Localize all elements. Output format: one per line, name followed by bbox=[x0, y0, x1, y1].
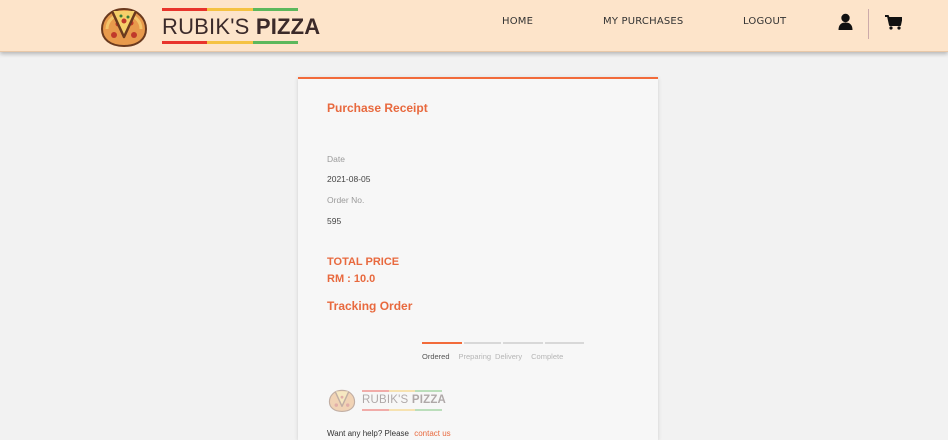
progress-segment-ordered bbox=[422, 342, 462, 344]
footer-brand-name: RUBIK'S PIZZA bbox=[362, 394, 446, 406]
footer-logo-stripe-top bbox=[362, 390, 443, 392]
progress-segment-preparing bbox=[463, 342, 502, 344]
step-preparing: Preparing bbox=[458, 352, 492, 361]
pizza-logo-icon bbox=[100, 7, 148, 47]
order-number-label: Order No. bbox=[327, 195, 365, 205]
order-number-value: 595 bbox=[327, 216, 342, 226]
brand-name-bold: PIZZA bbox=[255, 14, 321, 39]
brand-name-plain: RUBIK'S bbox=[162, 14, 250, 39]
user-icon[interactable] bbox=[838, 13, 853, 30]
step-complete: Complete bbox=[531, 352, 564, 361]
total-price-value: RM : 10.0 bbox=[327, 273, 376, 285]
footer-brand-bold: PIZZA bbox=[411, 394, 447, 406]
tracking-order-title: Tracking Order bbox=[327, 299, 413, 313]
logo-stripe-bottom bbox=[162, 41, 298, 44]
nav-divider bbox=[868, 9, 869, 39]
nav-my-purchases-link[interactable]: MY PURCHASES bbox=[603, 16, 683, 27]
step-delivery: Delivery bbox=[495, 352, 523, 361]
brand-name: RUBIK'S PIZZA bbox=[162, 14, 320, 40]
footer-logo: RUBIK'S PIZZA bbox=[327, 388, 446, 412]
logo-stripe-top bbox=[162, 8, 298, 11]
step-ordered: Ordered bbox=[422, 352, 450, 361]
top-navbar: RUBIK'S PIZZA HOME MY PURCHASES LOGOUT bbox=[0, 0, 948, 52]
nav-logout-link[interactable]: LOGOUT bbox=[743, 16, 786, 27]
nav-home-link[interactable]: HOME bbox=[502, 16, 533, 27]
footer-brand-plain: RUBIK'S bbox=[362, 394, 409, 406]
date-label: Date bbox=[327, 154, 345, 164]
progress-segment-delivery bbox=[503, 342, 543, 344]
date-value: 2021-08-05 bbox=[327, 174, 371, 184]
contact-us-link[interactable]: contact us bbox=[414, 429, 450, 438]
tracking-steps: Ordered Preparing Delivery Complete bbox=[422, 352, 572, 361]
help-prompt: Want any help? Please bbox=[327, 429, 409, 438]
pizza-logo-icon bbox=[328, 389, 356, 412]
tracking-progress-bar bbox=[422, 342, 586, 344]
total-price-label: TOTAL PRICE bbox=[327, 256, 400, 268]
help-text: Want any help? Please contact us bbox=[327, 429, 451, 438]
cart-icon[interactable] bbox=[885, 15, 902, 30]
progress-segment-complete bbox=[544, 342, 585, 344]
brand-logo[interactable]: RUBIK'S PIZZA bbox=[100, 5, 320, 47]
footer-logo-stripe-bottom bbox=[362, 409, 443, 411]
receipt-card: Purchase Receipt Date 2021-08-05 Order N… bbox=[298, 77, 658, 440]
receipt-title: Purchase Receipt bbox=[327, 101, 428, 115]
